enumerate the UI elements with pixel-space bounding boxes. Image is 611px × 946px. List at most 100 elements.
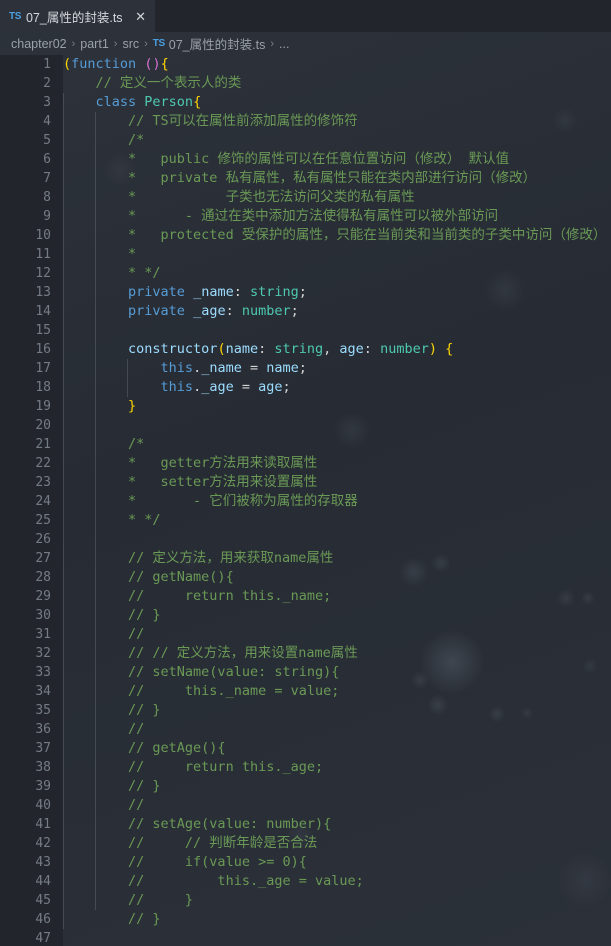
code-token: :	[363, 341, 381, 357]
code-token: {	[445, 341, 454, 357]
code-line[interactable]: // this._name = value;	[63, 682, 339, 701]
breadcrumb-item-file[interactable]: 07_属性的封装.ts	[169, 34, 266, 53]
code-token: * setter方法用来设置属性	[128, 474, 318, 490]
code-line[interactable]: // }	[63, 777, 161, 796]
code-content[interactable]: (function (){ // 定义一个表示人的类 class Person{…	[63, 55, 611, 946]
code-token: * - 通过在类中添加方法使得私有属性可以被外部访问	[128, 208, 499, 224]
breadcrumb-overflow[interactable]: ...	[279, 37, 289, 51]
line-number: 23	[35, 475, 51, 490]
code-line[interactable]: * */	[63, 264, 161, 283]
code-token: _name	[201, 360, 242, 376]
code-token: private	[128, 284, 185, 300]
code-token: (	[217, 341, 226, 357]
code-line[interactable]: // setName(value: string){	[63, 663, 339, 682]
code-token: // 定义方法，用来获取name属性	[128, 550, 334, 566]
code-line[interactable]: * - 它们被称为属性的存取器	[63, 492, 358, 511]
breadcrumb-item-part1[interactable]: part1	[80, 37, 109, 51]
code-line[interactable]: // setAge(value: number){	[63, 815, 331, 834]
code-token: //	[128, 626, 145, 642]
code-line[interactable]: this._age = age;	[63, 378, 291, 397]
code-line[interactable]: // 定义一个表示人的类	[63, 74, 242, 93]
code-line[interactable]: }	[63, 397, 136, 416]
code-token: // // 判断年龄是否合法	[128, 835, 318, 851]
code-line[interactable]: * 子类也无法访问父类的私有属性	[63, 188, 415, 207]
code-line[interactable]: //	[63, 625, 144, 644]
code-line[interactable]: * - 通过在类中添加方法使得私有属性可以被外部访问	[63, 207, 498, 226]
code-line[interactable]: /*	[63, 435, 144, 454]
code-line[interactable]: // getAge(){	[63, 739, 226, 758]
code-line[interactable]: // return this._name;	[63, 587, 331, 606]
code-line[interactable]: this._name = name;	[63, 359, 307, 378]
line-number: 19	[35, 399, 51, 414]
line-number: 36	[35, 722, 51, 737]
chevron-right-icon: ›	[71, 37, 76, 50]
line-number: 34	[35, 684, 51, 699]
code-line[interactable]: *	[63, 245, 136, 264]
code-line[interactable]: // this._age = value;	[63, 872, 364, 891]
code-line[interactable]: * getter方法用来读取属性	[63, 454, 317, 473]
code-line[interactable]: // }	[63, 701, 161, 720]
code-line[interactable]: * public 修饰的属性可以在任意位置访问（修改） 默认值	[63, 150, 509, 169]
code-line[interactable]: /*	[63, 131, 144, 150]
code-token: .	[193, 360, 202, 376]
code-token: age	[339, 341, 364, 357]
code-line[interactable]: //	[63, 796, 144, 815]
line-number: 22	[35, 456, 51, 471]
code-line[interactable]: // // 定义方法，用来设置name属性	[63, 644, 358, 663]
code-line[interactable]: // 定义方法，用来获取name属性	[63, 549, 333, 568]
code-line[interactable]: * setter方法用来设置属性	[63, 473, 317, 492]
code-line[interactable]: (function (){	[63, 55, 169, 74]
code-line[interactable]: // }	[63, 606, 161, 625]
editor-tab-active[interactable]: TS 07_属性的封装.ts ✕	[0, 0, 155, 32]
code-line[interactable]: // // 判断年龄是否合法	[63, 834, 317, 853]
line-number: 7	[43, 171, 51, 186]
code-line[interactable]: // }	[63, 891, 193, 910]
code-line[interactable]: * */	[63, 511, 161, 530]
code-line[interactable]: // return this._age;	[63, 758, 323, 777]
code-token: // }	[128, 607, 161, 623]
code-line[interactable]: * protected 受保护的属性，只能在当前类和当前类的子类中访问（修改）	[63, 226, 606, 245]
line-number: 9	[43, 209, 51, 224]
code-token: // getName(){	[128, 569, 234, 585]
code-line[interactable]: constructor(name: string, age: number) {	[63, 340, 453, 359]
code-line[interactable]: // getName(){	[63, 568, 234, 587]
code-token: ;	[282, 379, 291, 395]
code-line[interactable]: class Person{	[63, 93, 202, 112]
code-token: //	[128, 721, 145, 737]
code-token: class	[95, 94, 137, 110]
line-number: 17	[35, 361, 51, 376]
code-line[interactable]: // if(value >= 0){	[63, 853, 307, 872]
code-token: /*	[128, 436, 145, 452]
breadcrumb-item-src[interactable]: src	[122, 37, 139, 51]
code-line[interactable]: // TS可以在属性前添加属性的修饰符	[63, 112, 358, 131]
code-line[interactable]: private _name: string;	[63, 283, 307, 302]
code-editor[interactable]: 1 2 3 4 5 6 7 8 9 10 11 12 13 14 15 16 17 18 19 20 21 22 23 24 2…	[0, 55, 611, 946]
code-line[interactable]: * private 私有属性，私有属性只能在类内部进行访问（修改）	[63, 169, 536, 188]
code-token: :	[258, 341, 275, 357]
code-token: // setName(value: string){	[128, 664, 340, 680]
code-token: *	[128, 246, 137, 262]
code-token: // TS可以在属性前添加属性的修饰符	[128, 113, 358, 129]
close-icon[interactable]: ✕	[132, 9, 149, 24]
code-line[interactable]: // }	[63, 910, 161, 929]
line-number: 6	[43, 152, 51, 167]
code-line[interactable]: //	[63, 720, 144, 739]
breadcrumb-item-chapter02[interactable]: chapter02	[11, 37, 67, 51]
code-line[interactable]: private _age: number;	[63, 302, 299, 321]
line-number: 38	[35, 760, 51, 775]
code-token: ;	[290, 303, 299, 319]
code-token: =	[241, 360, 267, 376]
